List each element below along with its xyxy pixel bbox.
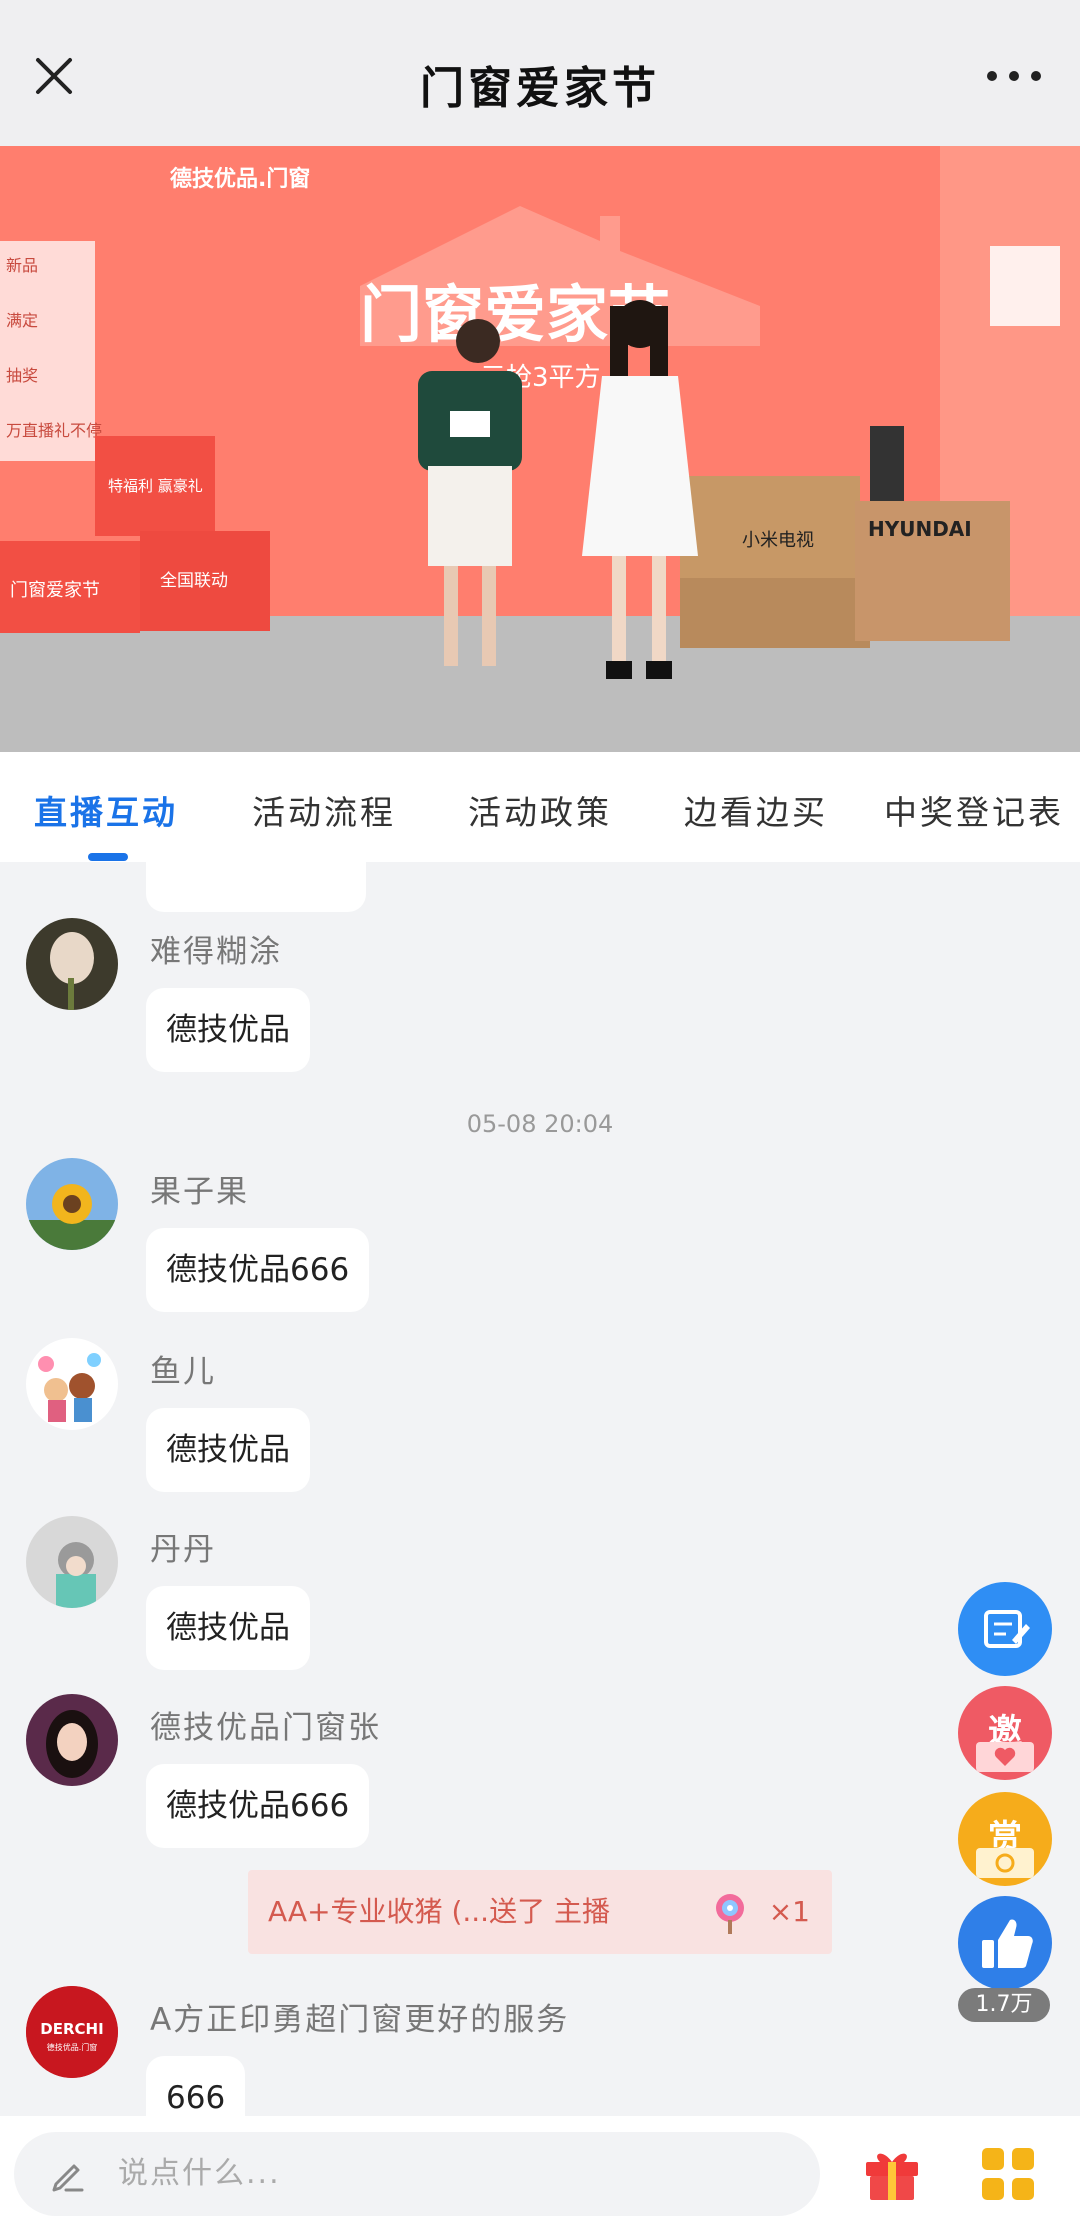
panel-item: 满定 bbox=[6, 311, 38, 330]
tab-bar: 直播互动 活动流程 活动政策 边看边买 中奖登记表 bbox=[0, 752, 1080, 862]
avatar-logo-sub: 德技优品.门窗 bbox=[47, 2042, 98, 2052]
tab-winner-registration[interactable]: 中奖登记表 bbox=[884, 786, 1064, 834]
chat-username: 德技优品门窗张 bbox=[150, 1710, 381, 1746]
appliance-box-label: HYUNDAI bbox=[868, 517, 972, 541]
chat-timestamp: 05-08 20:04 bbox=[466, 1110, 614, 1138]
gift-notification-text: AA+专业收猪 (...送了 主播 bbox=[268, 1895, 610, 1928]
chat-list[interactable]: 难得糊涂 德技优品 05-08 20:04 果子果 德技优品666 鱼儿 德技优… bbox=[0, 862, 1080, 2116]
tv-box-label: 小米电视 bbox=[742, 530, 814, 551]
menu-grid-icon[interactable] bbox=[980, 2146, 1036, 2202]
chat-username: A方正印勇超门窗更好的服务 bbox=[150, 2002, 570, 2038]
gift-count: ×1 bbox=[768, 1895, 810, 1928]
comment-placeholder: 说点什么... bbox=[118, 2156, 281, 2191]
heart-icon bbox=[976, 1742, 1034, 1772]
bottom-bar: 说点什么... bbox=[0, 2116, 1080, 2230]
active-tab-indicator bbox=[88, 853, 128, 861]
lollipop-icon bbox=[716, 1894, 744, 1934]
chat-bubble: 德技优品666 bbox=[146, 1228, 370, 1312]
avatar[interactable] bbox=[26, 1694, 118, 1786]
chat-bubble: 德技优品 bbox=[146, 1408, 310, 1492]
avatar[interactable] bbox=[26, 1158, 118, 1250]
chat-bubble: 德技优品 bbox=[146, 1586, 310, 1670]
pen-icon bbox=[52, 2164, 84, 2192]
avatar[interactable] bbox=[26, 1338, 118, 1430]
coin-icon bbox=[976, 1848, 1034, 1878]
like-button[interactable] bbox=[958, 1896, 1052, 1990]
panel-item: 新品 bbox=[6, 256, 38, 275]
tab-event-policy[interactable]: 活动政策 bbox=[468, 786, 612, 834]
edit-icon bbox=[984, 1610, 1030, 1648]
chat-bubble: 666 bbox=[146, 2056, 246, 2116]
gift-icon[interactable] bbox=[860, 2140, 924, 2204]
stage-scene: 新品 满定 抽奖 万直播礼不停 德技优品.门窗 门窗爱家节 元抢3平方 特福利 … bbox=[0, 146, 1080, 752]
chat-username: 丹丹 bbox=[150, 1532, 216, 1568]
panel-item: 抽奖 bbox=[6, 366, 38, 385]
avatar[interactable] bbox=[26, 918, 118, 1010]
page-title: 门窗爱家节 bbox=[420, 63, 660, 114]
gift-notification-banner: AA+专业收猪 (...送了 主播 ×1 bbox=[248, 1870, 832, 1954]
reward-button[interactable]: 赏 bbox=[958, 1792, 1052, 1886]
tab-live-interaction[interactable]: 直播互动 bbox=[34, 786, 178, 834]
chat-username: 鱼儿 bbox=[150, 1354, 216, 1390]
top-bar: 门窗爱家节 bbox=[0, 0, 1080, 146]
live-video-player[interactable]: 新品 满定 抽奖 万直播礼不停 德技优品.门窗 门窗爱家节 元抢3平方 特福利 … bbox=[0, 146, 1080, 752]
thumbs-up-icon bbox=[982, 1919, 1033, 1968]
tab-event-schedule[interactable]: 活动流程 bbox=[252, 786, 396, 834]
chat-username: 果子果 bbox=[150, 1174, 249, 1210]
invite-button[interactable]: 邀 bbox=[958, 1686, 1052, 1780]
avatar-logo-text: DERCHI bbox=[40, 2020, 103, 2038]
like-count: 1.7万 bbox=[958, 1988, 1050, 2022]
avatar[interactable] bbox=[26, 1516, 118, 1608]
more-options-icon[interactable] bbox=[984, 66, 1044, 86]
chat-bubble: 德技优品 bbox=[146, 988, 310, 1072]
chat-bubble: 德技优品666 bbox=[146, 1764, 370, 1848]
comment-button[interactable] bbox=[958, 1582, 1052, 1676]
panel-item: 万直播礼不停 bbox=[6, 421, 102, 440]
avatar[interactable]: DERCHI 德技优品.门窗 bbox=[26, 1986, 118, 2078]
chat-username: 难得糊涂 bbox=[150, 934, 282, 970]
box-label: 全国联动 bbox=[160, 571, 228, 591]
brand-logo: 德技优品.门窗 bbox=[170, 166, 310, 192]
comment-input[interactable]: 说点什么... bbox=[14, 2132, 820, 2216]
chat-bubble-partial bbox=[146, 862, 366, 912]
box-label: 门窗爱家节 bbox=[10, 580, 100, 601]
tab-shop-while-watching[interactable]: 边看边买 bbox=[684, 786, 828, 834]
box-label: 特福利 赢豪礼 bbox=[108, 477, 203, 495]
